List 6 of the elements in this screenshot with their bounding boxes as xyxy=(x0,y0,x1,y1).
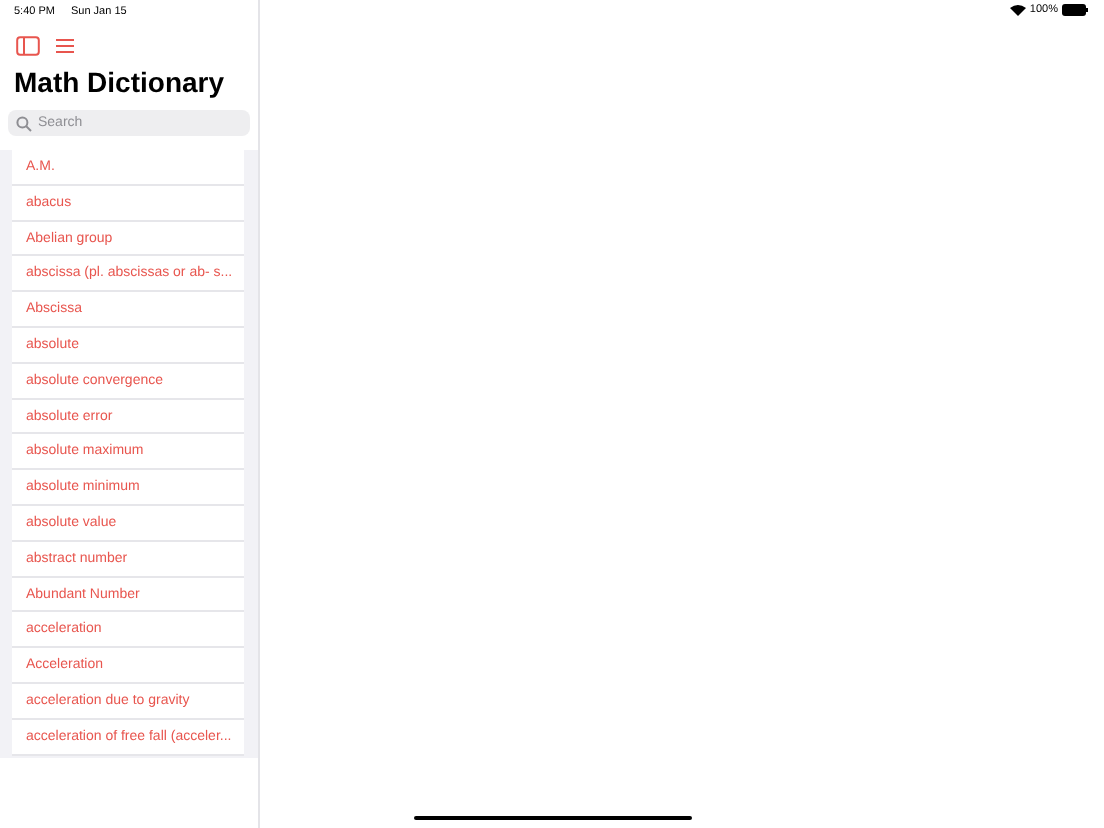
battery-icon xyxy=(1062,4,1088,16)
wifi-icon xyxy=(1009,4,1026,16)
search-icon xyxy=(16,115,32,131)
menu-icon[interactable] xyxy=(56,38,74,54)
sidebar-icon[interactable] xyxy=(16,36,40,56)
sidebar-title: Math Dictionary xyxy=(12,64,227,102)
